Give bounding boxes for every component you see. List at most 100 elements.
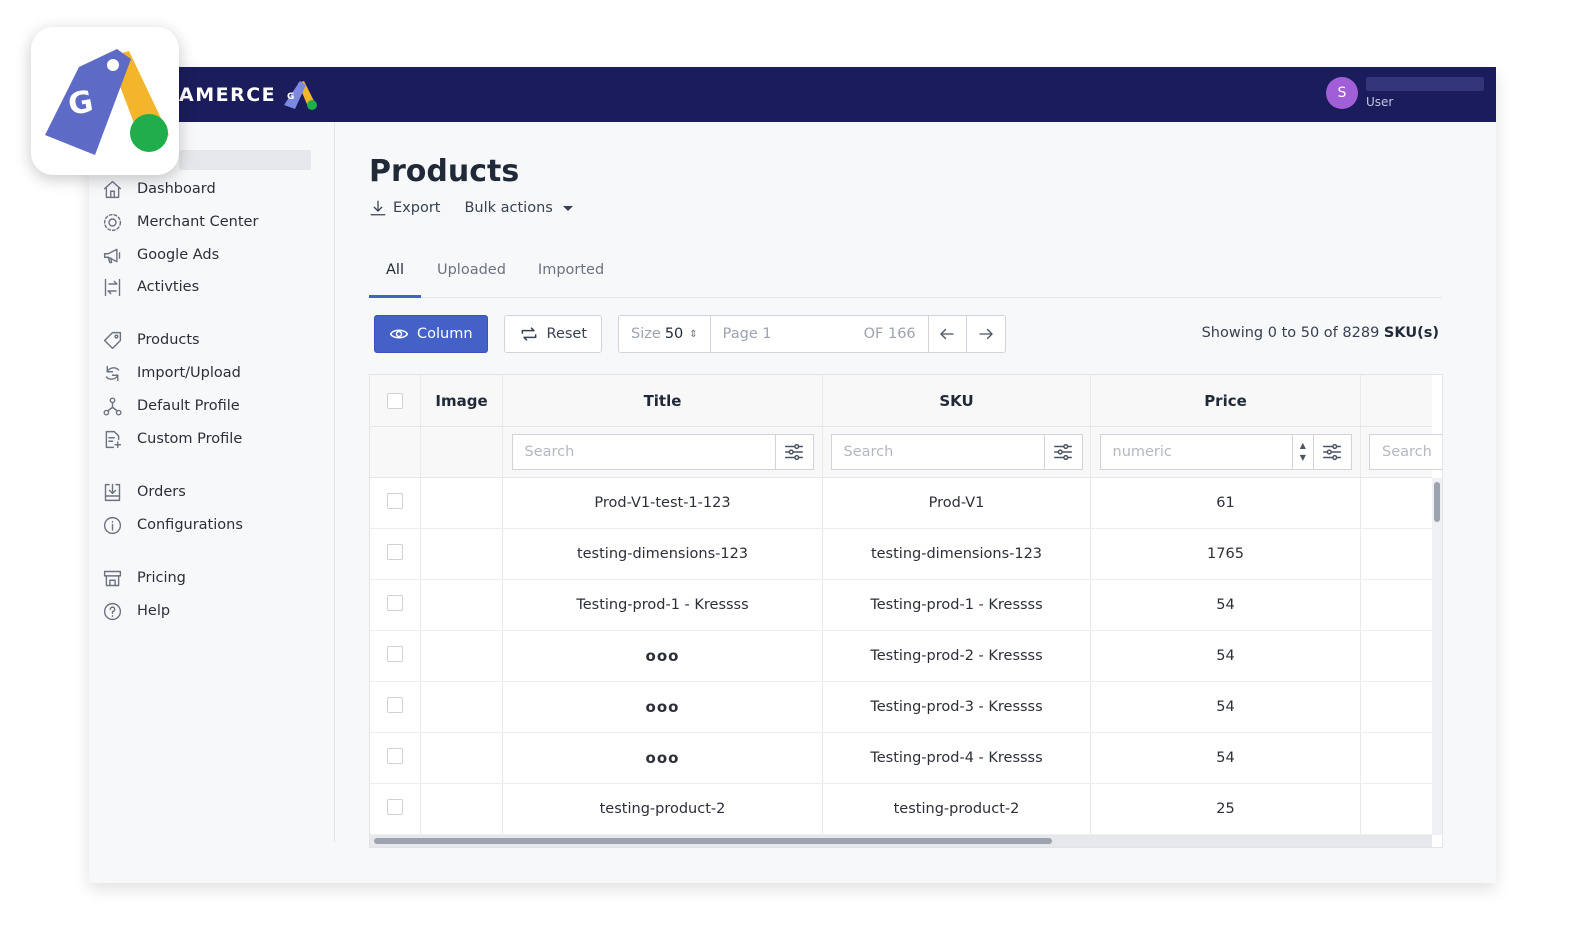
sidebar-item-import-upload[interactable]: Import/Upload bbox=[101, 360, 241, 386]
vertical-scroll-thumb[interactable] bbox=[1434, 482, 1440, 522]
products-grid: Image Title SKU Price Search Search nume… bbox=[369, 374, 1443, 848]
avatar: S bbox=[1326, 77, 1358, 109]
row-checkbox[interactable] bbox=[387, 646, 403, 662]
user-menu[interactable]: S User bbox=[1326, 77, 1484, 109]
table-row[interactable]: ooo Testing-prod-3 - Kressss 54 bbox=[370, 682, 1432, 733]
table-row[interactable]: testing-product-2 testing-product-2 25 bbox=[370, 784, 1432, 835]
horizontal-scrollbar[interactable] bbox=[370, 835, 1432, 847]
tab-all[interactable]: All bbox=[369, 250, 421, 298]
sidebar-item-orders[interactable]: Orders bbox=[101, 479, 186, 505]
table-row[interactable]: ooo Testing-prod-2 - Kressss 54 bbox=[370, 631, 1432, 682]
store-name-redacted bbox=[179, 150, 311, 170]
product-image-cell bbox=[421, 733, 503, 783]
column-header-image[interactable]: Image bbox=[421, 375, 503, 426]
megaphone-icon bbox=[101, 244, 123, 266]
sidebar-item-label: Activties bbox=[137, 279, 200, 295]
prev-page-button[interactable] bbox=[929, 316, 967, 352]
sidebar-item-merchant-center[interactable]: Merchant Center bbox=[101, 209, 258, 235]
export-label: Export bbox=[393, 200, 441, 216]
page-actions: Export Bulk actions bbox=[369, 199, 573, 217]
sidebar-item-label: Custom Profile bbox=[137, 431, 243, 447]
column-header-price[interactable]: Price bbox=[1091, 375, 1361, 426]
user-name-redacted bbox=[1366, 77, 1484, 91]
sidebar-item-label: Google Ads bbox=[137, 247, 220, 263]
sku-filter-button[interactable] bbox=[1043, 435, 1082, 469]
vertical-scrollbar[interactable] bbox=[1432, 478, 1442, 835]
sku-filter-input[interactable] bbox=[831, 435, 1044, 469]
tab-uploaded[interactable]: Uploaded bbox=[421, 250, 522, 298]
row-checkbox[interactable] bbox=[387, 595, 403, 611]
select-all-checkbox[interactable] bbox=[387, 392, 403, 409]
sidebar-item-activities[interactable]: Activties bbox=[101, 274, 199, 300]
sidebar-item-configurations[interactable]: Configurations bbox=[101, 512, 243, 538]
sidebar-item-label: Import/Upload bbox=[137, 365, 241, 381]
next-page-button[interactable] bbox=[967, 316, 1005, 352]
sidebar-item-label: Default Profile bbox=[137, 398, 240, 414]
title-filter-input[interactable] bbox=[512, 435, 775, 469]
title-filter-button[interactable] bbox=[774, 435, 813, 469]
page-size-select[interactable]: Size 50 ⇕ bbox=[619, 316, 711, 352]
number-spinner[interactable]: ▲ ▼ bbox=[1291, 435, 1314, 469]
price-filter-input[interactable] bbox=[1100, 435, 1292, 469]
product-tabs: All Uploaded Imported bbox=[369, 250, 1442, 298]
row-checkbox[interactable] bbox=[387, 544, 403, 560]
product-image-cell bbox=[421, 631, 503, 681]
page-title: Products bbox=[369, 154, 520, 189]
table-row[interactable]: testing-dimensions-123 testing-dimension… bbox=[370, 529, 1432, 580]
more-filter bbox=[1369, 434, 1442, 470]
column-header-more[interactable] bbox=[1361, 375, 1432, 426]
page-total: OF 166 bbox=[863, 326, 916, 342]
tab-imported[interactable]: Imported bbox=[522, 250, 620, 298]
arrow-left-icon bbox=[940, 328, 954, 340]
page-number-input[interactable]: Page 1 OF 166 bbox=[711, 316, 929, 352]
product-sku: Prod-V1 bbox=[823, 478, 1091, 528]
sidebar-item-label: Products bbox=[137, 332, 200, 348]
product-image-cell bbox=[421, 529, 503, 579]
table-row[interactable]: Prod-V1-test-1-123 Prod-V1 61 bbox=[370, 478, 1432, 529]
product-title: ooo bbox=[503, 733, 823, 783]
sidebar-item-help[interactable]: Help bbox=[101, 598, 170, 624]
brand-logo[interactable]: AMERCE G bbox=[179, 79, 318, 111]
column-header-sku[interactable]: SKU bbox=[823, 375, 1091, 426]
sidebar-item-label: Dashboard bbox=[137, 181, 216, 197]
sidebar-item-label: Configurations bbox=[137, 517, 243, 533]
results-unit: SKU(s) bbox=[1383, 325, 1439, 341]
column-button[interactable]: Column bbox=[374, 315, 488, 353]
bulk-actions-dropdown[interactable]: Bulk actions bbox=[464, 200, 573, 216]
table-row[interactable]: ooo Testing-prod-4 - Kressss 54 bbox=[370, 733, 1432, 784]
horizontal-scroll-thumb[interactable] bbox=[374, 838, 1052, 844]
row-checkbox[interactable] bbox=[387, 493, 403, 509]
sidebar-item-label: Pricing bbox=[137, 570, 186, 586]
row-checkbox[interactable] bbox=[387, 748, 403, 764]
product-price: 54 bbox=[1091, 580, 1361, 630]
sidebar-item-dashboard[interactable]: Dashboard bbox=[101, 176, 216, 202]
updown-icon: ⇕ bbox=[689, 328, 698, 340]
product-sku: Testing-prod-4 - Kressss bbox=[823, 733, 1091, 783]
product-image-cell bbox=[421, 478, 503, 528]
user-role: User bbox=[1366, 95, 1394, 109]
product-title: testing-product-2 bbox=[503, 784, 823, 834]
row-checkbox[interactable] bbox=[387, 697, 403, 713]
column-label: Column bbox=[417, 326, 473, 342]
reset-button[interactable]: Reset bbox=[503, 315, 603, 353]
export-button[interactable]: Export bbox=[369, 199, 440, 217]
sync-icon bbox=[101, 362, 123, 384]
help-icon bbox=[101, 600, 123, 622]
more-filter-input[interactable] bbox=[1370, 435, 1442, 469]
price-filter-button[interactable] bbox=[1313, 435, 1350, 469]
product-image-cell bbox=[421, 580, 503, 630]
title-filter bbox=[511, 434, 814, 470]
sidebar-item-products[interactable]: Products bbox=[101, 327, 200, 353]
sliders-icon bbox=[785, 443, 804, 461]
sidebar-item-google-ads[interactable]: Google Ads bbox=[101, 242, 219, 268]
caret-down-icon bbox=[562, 205, 573, 211]
column-header-title[interactable]: Title bbox=[503, 375, 823, 426]
product-price: 54 bbox=[1091, 733, 1361, 783]
refresh-icon bbox=[521, 327, 536, 341]
table-row[interactable]: Testing-prod-1 - Kressss Testing-prod-1 … bbox=[370, 580, 1432, 631]
sidebar-item-pricing[interactable]: Pricing bbox=[101, 565, 186, 591]
sidebar-item-custom-profile[interactable]: Custom Profile bbox=[101, 426, 242, 452]
sidebar-item-label: Orders bbox=[137, 484, 186, 500]
row-checkbox[interactable] bbox=[387, 799, 403, 815]
sidebar-item-default-profile[interactable]: Default Profile bbox=[101, 393, 240, 419]
